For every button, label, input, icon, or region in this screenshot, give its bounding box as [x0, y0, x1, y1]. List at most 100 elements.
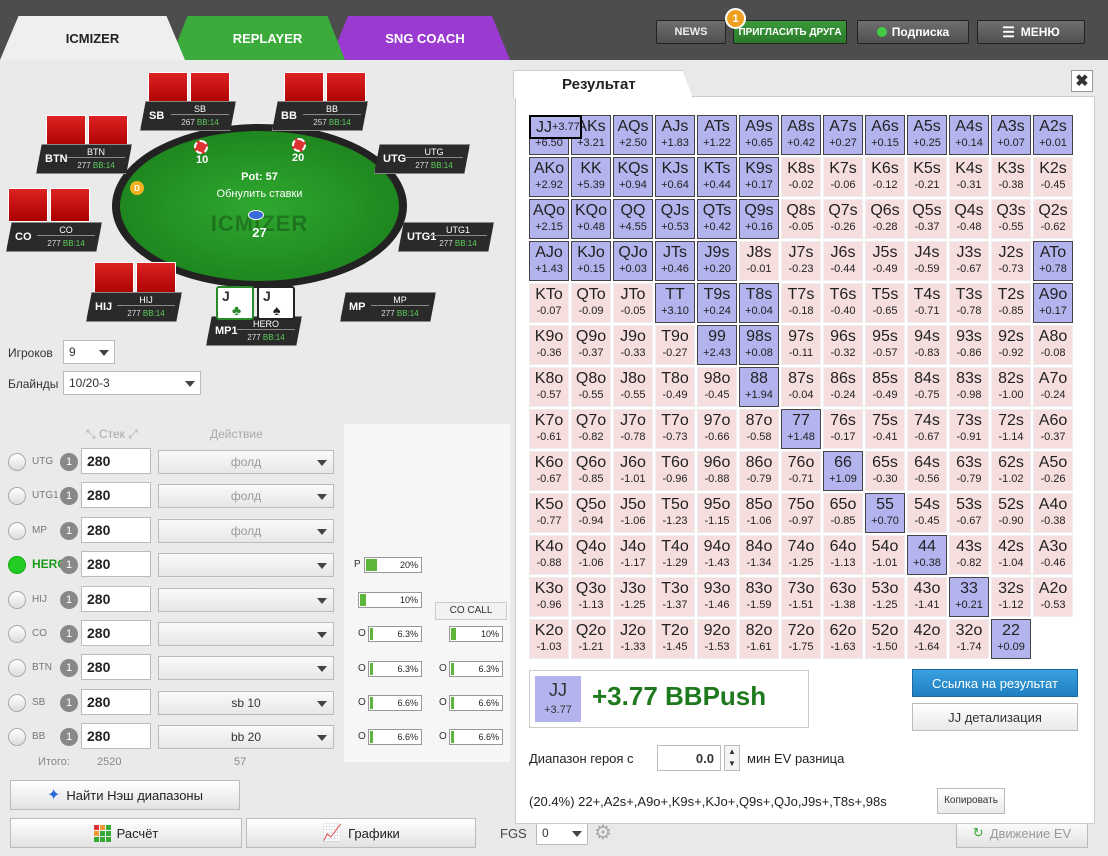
- hand-cell-t7o[interactable]: T7o -0.73: [655, 409, 695, 449]
- stack-input[interactable]: 280: [81, 585, 151, 612]
- hand-cell-jj[interactable]: JJ +3.77: [529, 115, 582, 139]
- hand-cell-98s[interactable]: 98s +0.08: [739, 325, 779, 365]
- graphs-button[interactable]: 📈 Графики: [246, 818, 476, 848]
- hand-cell-a8o[interactable]: A8o -0.08: [1033, 325, 1073, 365]
- hand-cell-qto[interactable]: QTo -0.09: [571, 283, 611, 323]
- news-button[interactable]: NEWS: [656, 20, 726, 44]
- hand-cell-t2s[interactable]: T2s -0.85: [991, 283, 1031, 323]
- hand-cell-k2s[interactable]: K2s -0.45: [1033, 157, 1073, 197]
- blinds-select[interactable]: 10/20-3: [63, 371, 201, 395]
- hand-cell-q3s[interactable]: Q3s -0.55: [991, 199, 1031, 239]
- min-ev-input[interactable]: 0.0: [657, 745, 721, 771]
- hand-cell-t6s[interactable]: T6s -0.40: [823, 283, 863, 323]
- stack-input[interactable]: 280: [81, 482, 151, 509]
- hand-cell-j4s[interactable]: J4s -0.59: [907, 241, 947, 281]
- hand-cell-qts[interactable]: QTs +0.42: [697, 199, 737, 239]
- hand-cell-q3o[interactable]: Q3o -1.13: [571, 577, 611, 617]
- hand-cell-kto[interactable]: KTo -0.07: [529, 283, 569, 323]
- hand-cell-j2o[interactable]: J2o -1.33: [613, 619, 653, 659]
- hand-cell-44[interactable]: 44 +0.38: [907, 535, 947, 575]
- seat-bb[interactable]: BB BB 257 BB:14: [272, 101, 368, 131]
- hand-cell-a9s[interactable]: A9s +0.65: [739, 115, 779, 155]
- hand-cell-k4s[interactable]: K4s -0.31: [949, 157, 989, 197]
- hand-cell-85s[interactable]: 85s -0.49: [865, 367, 905, 407]
- hand-cell-96o[interactable]: 96o -0.88: [697, 451, 737, 491]
- hand-cell-87s[interactable]: 87s -0.04: [781, 367, 821, 407]
- hand-cell-a5o[interactable]: A5o -0.26: [1033, 451, 1073, 491]
- hand-cell-kts[interactable]: KTs +0.44: [697, 157, 737, 197]
- hand-cell-t7s[interactable]: T7s -0.18: [781, 283, 821, 323]
- hand-cell-q7o[interactable]: Q7o -0.82: [571, 409, 611, 449]
- stack-input[interactable]: 280: [81, 620, 151, 646]
- hand-cell-73o[interactable]: 73o -1.51: [781, 577, 821, 617]
- stack-input[interactable]: 280: [81, 448, 151, 474]
- hand-cell-ajo[interactable]: AJo +1.43: [529, 241, 569, 281]
- hand-cell-qq[interactable]: QQ +4.55: [613, 199, 653, 239]
- seat-btn[interactable]: BTN BTN 277 BB:14: [36, 144, 132, 174]
- hand-cell-jts[interactable]: JTs +0.46: [655, 241, 695, 281]
- hand-cell-53o[interactable]: 53o -1.25: [865, 577, 905, 617]
- seat-hij[interactable]: HIJ HIJ 277 BB:14: [86, 292, 182, 322]
- hand-cell-ato[interactable]: ATo +0.78: [1033, 241, 1073, 281]
- hand-cell-t5o[interactable]: T5o -1.23: [655, 493, 695, 533]
- calculate-button[interactable]: Расчёт: [10, 818, 242, 848]
- action-select[interactable]: [158, 553, 334, 578]
- hand-cell-94o[interactable]: 94o -1.43: [697, 535, 737, 575]
- hand-cell-76o[interactable]: 76o -0.71: [781, 451, 821, 491]
- hand-cell-j8s[interactable]: J8s -0.01: [739, 241, 779, 281]
- hand-cell-q4s[interactable]: Q4s -0.48: [949, 199, 989, 239]
- hand-cell-t2o[interactable]: T2o -1.45: [655, 619, 695, 659]
- hand-cell-q2o[interactable]: Q2o -1.21: [571, 619, 611, 659]
- hand-cell-84o[interactable]: 84o -1.34: [739, 535, 779, 575]
- hand-cell-t3s[interactable]: T3s -0.78: [949, 283, 989, 323]
- hand-cell-j9o[interactable]: J9o -0.33: [613, 325, 653, 365]
- hand-cell-aqs[interactable]: AQs +2.50: [613, 115, 653, 155]
- hand-cell-j3o[interactable]: J3o -1.25: [613, 577, 653, 617]
- hand-cell-86s[interactable]: 86s -0.24: [823, 367, 863, 407]
- seat-mp[interactable]: MP MP 277 BB:14: [340, 292, 436, 322]
- hand-cell-97s[interactable]: 97s -0.11: [781, 325, 821, 365]
- seat-sb[interactable]: SB SB 267 BB:14: [140, 101, 236, 131]
- hand-cell-k6o[interactable]: K6o -0.67: [529, 451, 569, 491]
- hand-cell-t9s[interactable]: T9s +0.24: [697, 283, 737, 323]
- hand-cell-86o[interactable]: 86o -0.79: [739, 451, 779, 491]
- min-ev-stepper[interactable]: ▲ ▼: [724, 745, 740, 771]
- hand-cell-q9o[interactable]: Q9o -0.37: [571, 325, 611, 365]
- hand-cell-32o[interactable]: 32o -1.74: [949, 619, 989, 659]
- hand-cell-j9s[interactable]: J9s +0.20: [697, 241, 737, 281]
- hand-cell-85o[interactable]: 85o -1.06: [739, 493, 779, 533]
- hand-cell-92o[interactable]: 92o -1.53: [697, 619, 737, 659]
- hand-cell-a2s[interactable]: A2s +0.01: [1033, 115, 1073, 155]
- player-radio[interactable]: [8, 625, 26, 643]
- hand-cell-75s[interactable]: 75s -0.41: [865, 409, 905, 449]
- hand-cell-q9s[interactable]: Q9s +0.16: [739, 199, 779, 239]
- hand-cell-33[interactable]: 33 +0.21: [949, 577, 989, 617]
- stack-input[interactable]: 280: [81, 551, 151, 578]
- hand-cell-72o[interactable]: 72o -1.75: [781, 619, 821, 659]
- action-select[interactable]: фолд: [158, 450, 334, 474]
- hand-cell-99[interactable]: 99 +2.43: [697, 325, 737, 365]
- hand-cell-65s[interactable]: 65s -0.30: [865, 451, 905, 491]
- hand-cell-88[interactable]: 88 +1.94: [739, 367, 779, 407]
- player-radio[interactable]: [8, 521, 26, 540]
- hand-cell-j6s[interactable]: J6s -0.44: [823, 241, 863, 281]
- action-select[interactable]: bb 20: [158, 725, 334, 750]
- hand-cell-t4s[interactable]: T4s -0.71: [907, 283, 947, 323]
- find-nash-button[interactable]: ✦ Найти Нэш диапазоны: [10, 780, 240, 810]
- hand-cell-k3s[interactable]: K3s -0.38: [991, 157, 1031, 197]
- invite-friend-button[interactable]: ПРИГЛАСИТЬ ДРУГА: [733, 20, 847, 44]
- hand-cell-q5s[interactable]: Q5s -0.37: [907, 199, 947, 239]
- hand-cell-a9o[interactable]: A9o +0.17: [1033, 283, 1073, 323]
- hand-cell-53s[interactable]: 53s -0.67: [949, 493, 989, 533]
- hand-cell-82o[interactable]: 82o -1.61: [739, 619, 779, 659]
- hand-cell-k3o[interactable]: K3o -0.96: [529, 577, 569, 617]
- hand-cell-k9o[interactable]: K9o -0.36: [529, 325, 569, 365]
- hand-cell-93s[interactable]: 93s -0.86: [949, 325, 989, 365]
- hand-cell-tt[interactable]: TT +3.10: [655, 283, 695, 323]
- reset-bets-link[interactable]: Обнулить ставки: [120, 188, 399, 200]
- hand-cell-65o[interactable]: 65o -0.85: [823, 493, 863, 533]
- hand-cell-ajs[interactable]: AJs +1.83: [655, 115, 695, 155]
- player-radio[interactable]: [8, 556, 26, 575]
- hand-cell-84s[interactable]: 84s -0.75: [907, 367, 947, 407]
- hand-cell-k5o[interactable]: K5o -0.77: [529, 493, 569, 533]
